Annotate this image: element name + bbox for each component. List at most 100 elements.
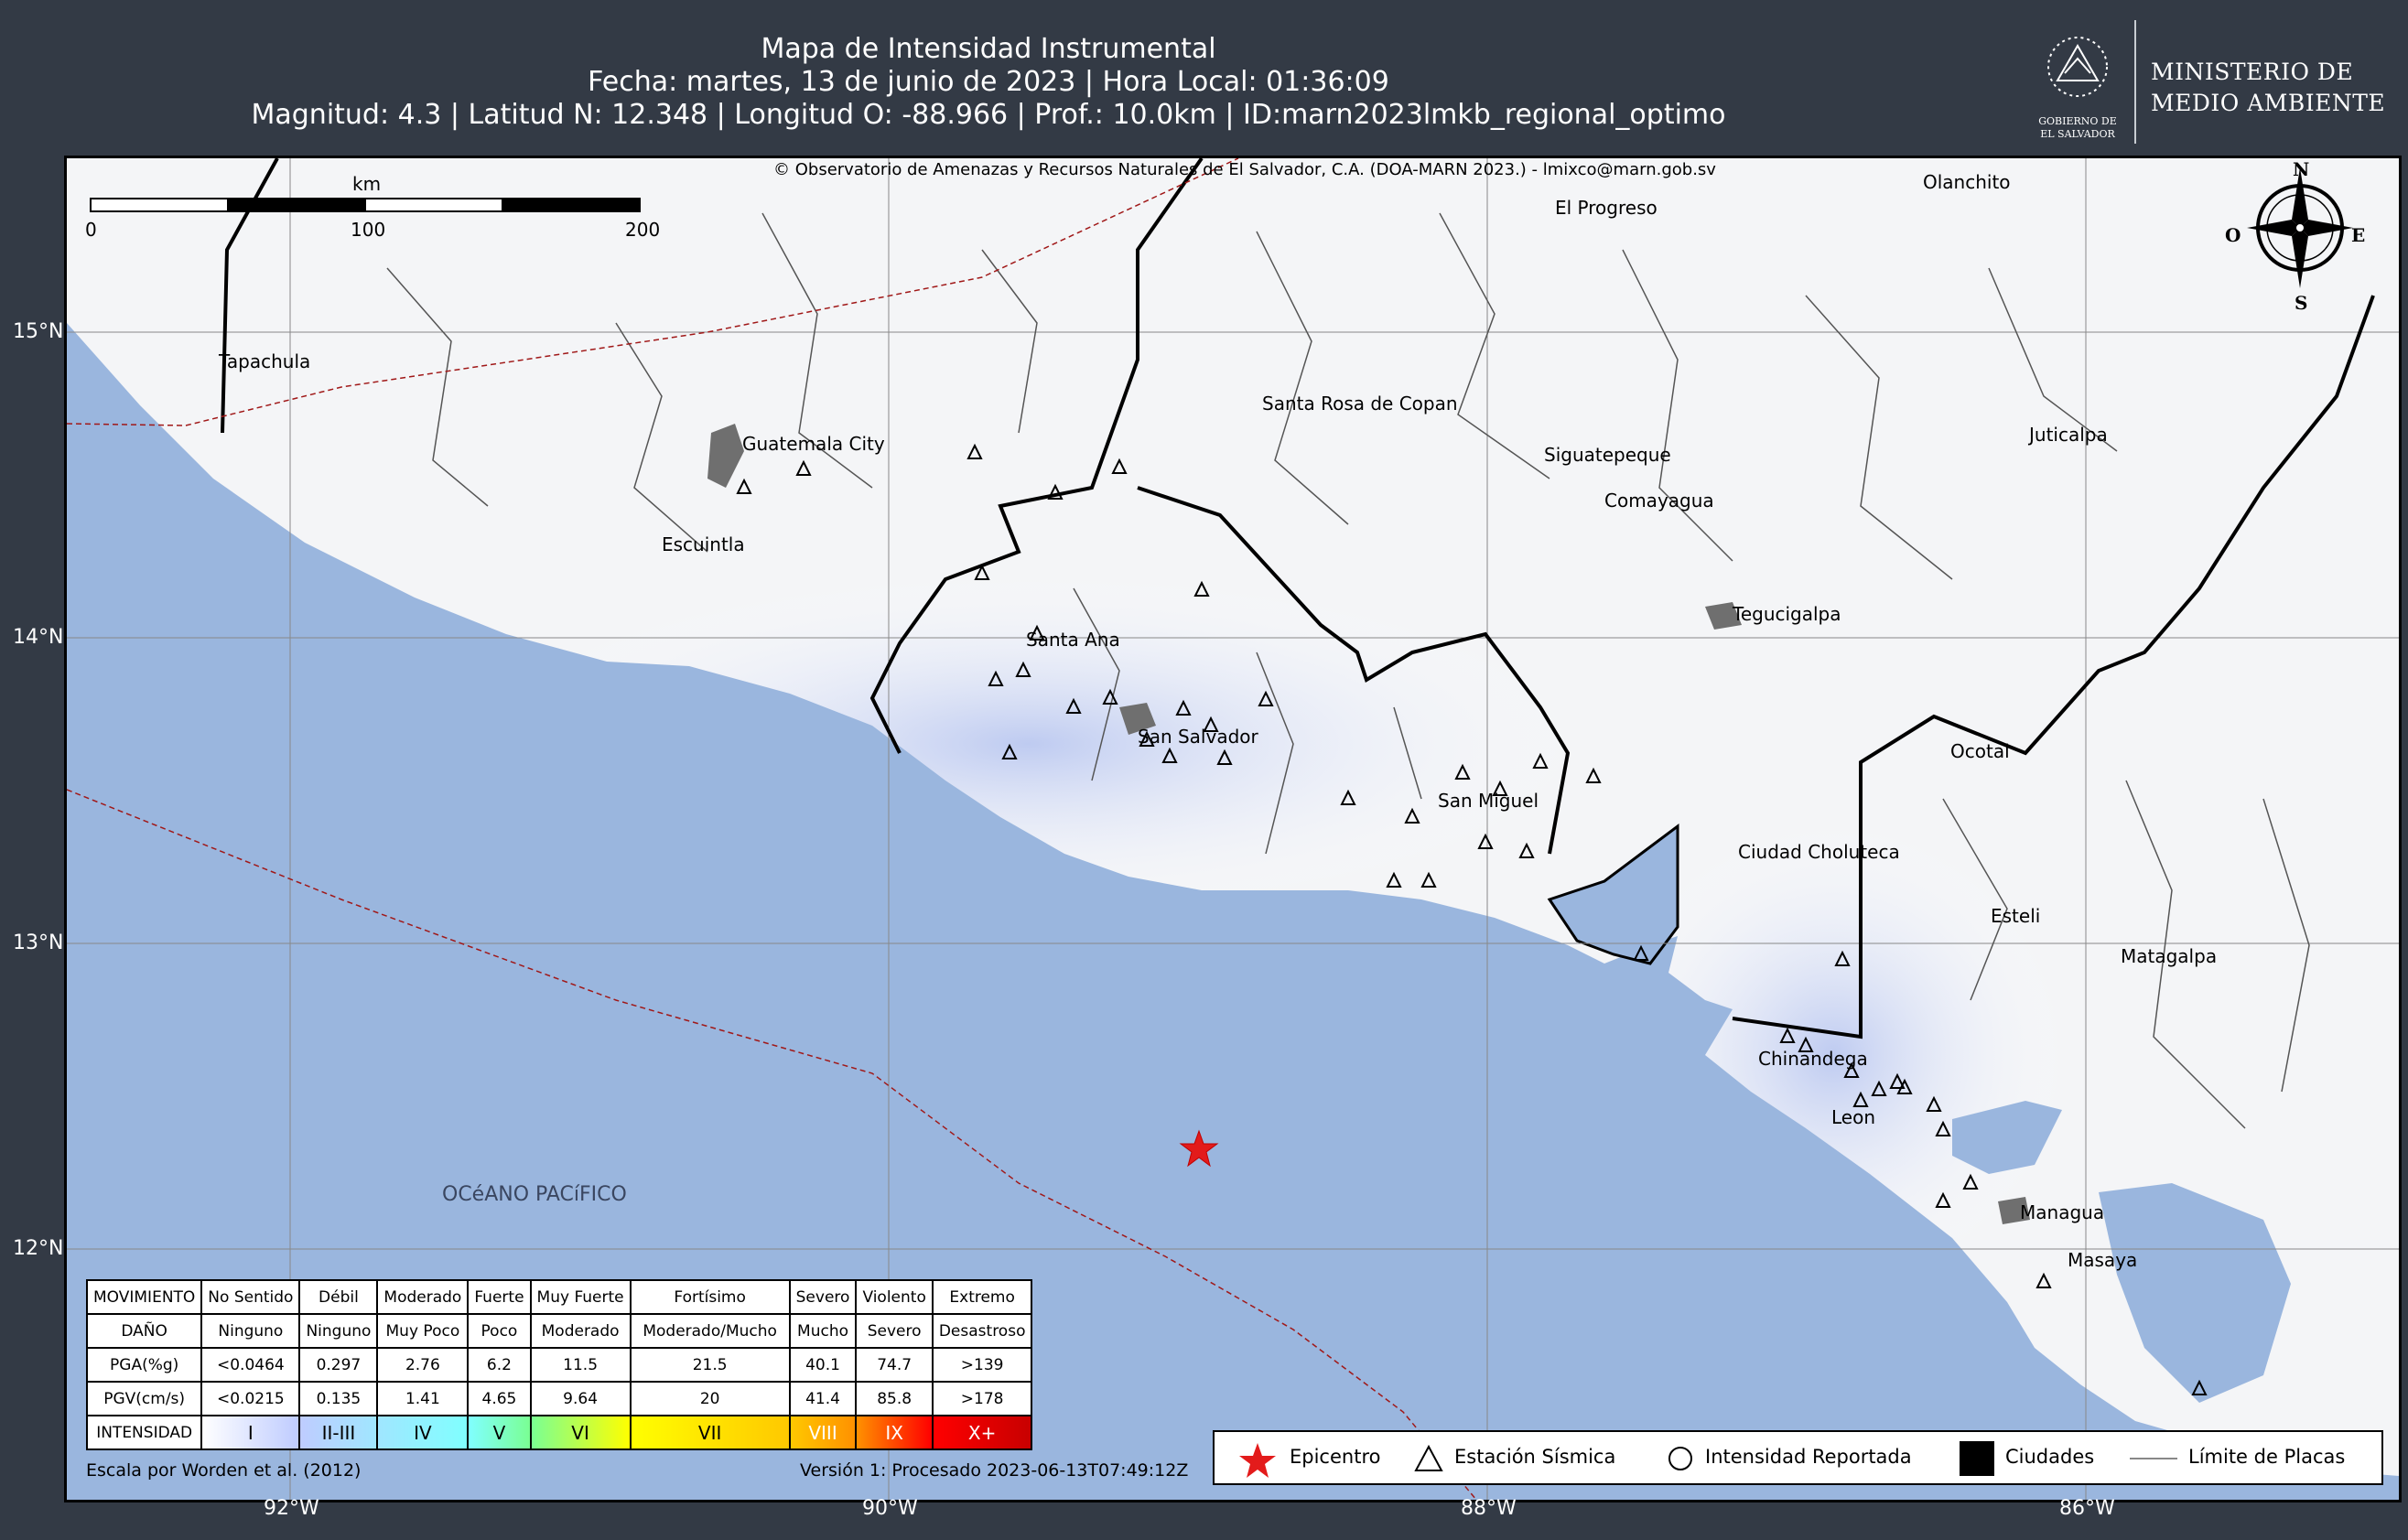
scale-tick-0: 0 xyxy=(85,219,97,241)
lat-label: 15°N xyxy=(13,320,64,343)
compass-w: O xyxy=(2225,224,2241,246)
intensity-legend-table: MOVIMIENTO No Sentido Débil Moderado Fuerte M… xyxy=(85,1279,1033,1450)
legend-cell: VIII xyxy=(788,1415,858,1450)
legend-cell: 21.5 xyxy=(629,1347,791,1383)
legend-row: PGA(%g) <0.0464 0.297 2.76 6.2 11.5 21.5 40.1 74… xyxy=(85,1347,1033,1383)
compass-e: E xyxy=(2351,224,2366,246)
city-label: Leon xyxy=(1831,1106,1876,1128)
title-line-1: Mapa de Intensidad Instrumental xyxy=(761,33,1216,65)
lat-label: 13°N xyxy=(13,932,64,954)
legend-estacion: Estación Sísmica xyxy=(1454,1446,1616,1468)
station-legend-icon xyxy=(1414,1445,1443,1471)
city-label: Tapachula xyxy=(219,350,311,372)
legend-cell: Ninguno xyxy=(298,1313,379,1349)
lat-label: 14°N xyxy=(13,626,64,649)
scale-tick-200: 200 xyxy=(625,219,661,241)
epicenter-legend-icon xyxy=(1239,1443,1276,1478)
legend-row: MOVIMIENTO No Sentido Débil Moderado Fuerte M… xyxy=(85,1279,1033,1315)
legend-ciudades: Ciudades xyxy=(2005,1446,2095,1468)
legend-row: DAÑO Ninguno Ninguno Muy Poco Poco Moderado Mo… xyxy=(85,1313,1033,1349)
scale-credit: Escala por Worden et al. (2012) xyxy=(86,1460,362,1481)
legend-cell: Fuerte xyxy=(467,1279,532,1315)
legend-cell: Moderado xyxy=(376,1279,470,1315)
legend-cell: Desastroso xyxy=(931,1313,1033,1349)
legend-row: INTENSIDAD I II-III IV V VI VII VIII IX X+ xyxy=(85,1415,1033,1450)
legend-epicentro: Epicentro xyxy=(1290,1446,1381,1468)
legend-row-header: PGA(%g) xyxy=(85,1347,203,1383)
compass-s: S xyxy=(2295,292,2308,314)
legend-cell: Débil xyxy=(298,1279,379,1315)
lon-label: 90°W xyxy=(862,1497,918,1520)
ocean-label: OCéANO PACíFICO xyxy=(442,1183,627,1206)
city-label: Matagalpa xyxy=(2121,945,2218,967)
city-label: Santa Ana xyxy=(1026,629,1120,651)
legend-cell: <0.0464 xyxy=(200,1347,301,1383)
city-label: San Salvador xyxy=(1138,726,1258,748)
city-label: Ciudad Choluteca xyxy=(1738,841,1900,863)
city-label: Comayagua xyxy=(1604,490,1714,512)
legend-cell: I xyxy=(200,1415,301,1450)
legend-cell: Severo xyxy=(855,1313,934,1349)
legend-cell: 85.8 xyxy=(855,1381,934,1416)
legend-intensidad: Intensidad Reportada xyxy=(1705,1446,1912,1468)
government-seal-icon: GOBIERNO DE EL SALVADOR xyxy=(2038,37,2117,140)
legend-cell: Moderado xyxy=(529,1313,632,1349)
city-label: Guatemala City xyxy=(742,433,885,455)
scale-tick-100: 100 xyxy=(351,219,386,241)
legend-cell: Ninguno xyxy=(200,1313,301,1349)
city-label: Managua xyxy=(2020,1201,2105,1223)
legend-cell: Severo xyxy=(788,1279,858,1315)
legend-cell: Violento xyxy=(855,1279,934,1315)
legend-cell: 6.2 xyxy=(467,1347,532,1383)
lon-label: 92°W xyxy=(264,1497,319,1520)
ministry-line-2: MEDIO AMBIENTE xyxy=(2151,90,2386,116)
legend-cell: Muy Fuerte xyxy=(529,1279,632,1315)
city-label: Siguatepeque xyxy=(1544,444,1671,466)
scale-unit: km xyxy=(352,173,382,195)
city-label: San Miguel xyxy=(1438,790,1539,812)
legend-cell: Muy Poco xyxy=(376,1313,470,1349)
city-label: Escuintla xyxy=(662,533,745,555)
city-label: Masaya xyxy=(2068,1249,2138,1271)
logo-divider xyxy=(2134,20,2136,144)
legend-cell: Poco xyxy=(467,1313,532,1349)
city-label: Chinandega xyxy=(1758,1048,1868,1070)
legend-row: PGV(cm/s) <0.0215 0.135 1.41 4.65 9.64 20 41.4 8… xyxy=(85,1381,1033,1416)
legend-cell: 0.297 xyxy=(298,1347,379,1383)
ministry-logo: GOBIERNO DE EL SALVADOR MINISTERIO DE ME… xyxy=(2023,20,2398,148)
legend-cell: >178 xyxy=(931,1381,1033,1416)
legend-cell: Extremo xyxy=(931,1279,1033,1315)
legend-cell: 0.135 xyxy=(298,1381,379,1416)
legend-cell: X+ xyxy=(931,1415,1033,1450)
svg-text:GOBIERNO DE: GOBIERNO DE xyxy=(2038,115,2117,127)
legend-row-header: MOVIMIENTO xyxy=(85,1279,203,1315)
lon-label: 86°W xyxy=(2059,1497,2115,1520)
city-label: Olanchito xyxy=(1923,171,2011,193)
title-line-2: Fecha: martes, 13 de junio de 2023 | Hor… xyxy=(588,66,1389,98)
title-line-3: Magnitud: 4.3 | Latitud N: 12.348 | Long… xyxy=(251,99,1726,131)
legend-placas: Límite de Placas xyxy=(2188,1446,2346,1468)
ministry-line-1: MINISTERIO DE xyxy=(2151,59,2354,85)
legend-cell: 2.76 xyxy=(376,1347,470,1383)
map-title: Mapa de Intensidad Instrumental Fecha: m… xyxy=(0,33,1977,132)
legend-cell: IX xyxy=(855,1415,934,1450)
legend-cell: 11.5 xyxy=(529,1347,632,1383)
symbol-legend: Epicentro Estación Sísmica Intensidad Re… xyxy=(1213,1430,2383,1485)
svg-text:EL SALVADOR: EL SALVADOR xyxy=(2040,128,2115,140)
lon-label: 88°W xyxy=(1461,1497,1517,1520)
legend-row-header: DAÑO xyxy=(85,1313,203,1349)
compass-n: N xyxy=(2293,158,2310,180)
city-label: Tegucigalpa xyxy=(1733,603,1841,625)
city-label: Ocotal xyxy=(1950,740,2010,762)
legend-cell: 41.4 xyxy=(788,1381,858,1416)
legend-cell: 74.7 xyxy=(855,1347,934,1383)
legend-cell: 20 xyxy=(629,1381,791,1416)
ministry-name: MINISTERIO DE MEDIO AMBIENTE xyxy=(2151,57,2385,119)
legend-cell: Fortísimo xyxy=(629,1279,791,1315)
city-label: Santa Rosa de Copan xyxy=(1262,393,1458,415)
legend-cell: <0.0215 xyxy=(200,1381,301,1416)
legend-cell: 4.65 xyxy=(467,1381,532,1416)
legend-cell: 40.1 xyxy=(788,1347,858,1383)
city-label: El Progreso xyxy=(1555,197,1658,219)
legend-row-header: PGV(cm/s) xyxy=(85,1381,203,1416)
